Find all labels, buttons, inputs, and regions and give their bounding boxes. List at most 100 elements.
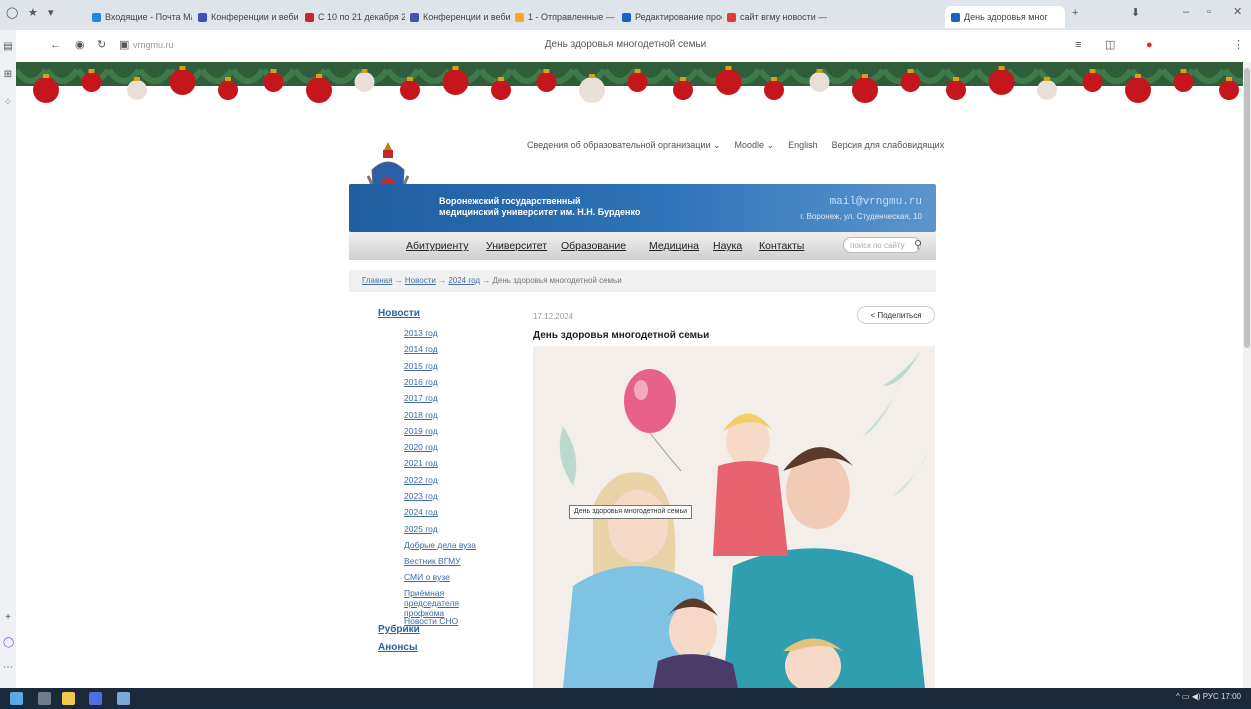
- ornament-ball: [81, 72, 102, 92]
- english-link[interactable]: English: [788, 140, 818, 151]
- header-email[interactable]: mail@vrngmu.ru: [830, 196, 922, 208]
- alice-assistant-icon[interactable]: ◯: [3, 638, 14, 648]
- ornament-cap: [88, 69, 95, 73]
- image-tooltip: День здоровья многодетной семьи: [569, 505, 693, 519]
- ornament-cap: [680, 77, 686, 81]
- sidebar-year-link[interactable]: 2019 год: [404, 426, 438, 436]
- share-button[interactable]: < Поделиться: [857, 306, 935, 324]
- ornament-cap: [43, 74, 49, 78]
- sidebar-year-link[interactable]: 2020 год: [404, 442, 438, 452]
- sidebar-rubrics[interactable]: Рубрики: [378, 624, 420, 635]
- menu-science[interactable]: Наука: [713, 240, 742, 252]
- menu-contacts[interactable]: Контакты: [759, 240, 804, 252]
- ornament-cap: [498, 77, 504, 81]
- ornament-ball: [400, 80, 420, 100]
- browser-sidebar: ▤ ⊞ ⁘ + ◯ ⋯: [0, 30, 16, 688]
- browser-tab[interactable]: День здоровья мног: [945, 6, 1065, 28]
- ornament-ball: [354, 72, 375, 92]
- ornament-ball: [33, 77, 59, 103]
- sidebar-tabs-icon[interactable]: ⊞: [3, 70, 13, 80]
- breadcrumb-news[interactable]: Новости: [405, 276, 436, 285]
- ornament-ball: [169, 69, 196, 95]
- sidebar-more-icon[interactable]: ⋯: [3, 663, 13, 673]
- sidebar-year-link[interactable]: 2018 год: [404, 410, 438, 420]
- share-icon: <: [870, 311, 876, 320]
- browser-tab[interactable]: 1 - Отправленные — Я: [515, 6, 615, 28]
- sidebar-year-link[interactable]: 2015 год: [404, 361, 438, 371]
- sidebar-add-icon[interactable]: +: [3, 613, 13, 623]
- ornament-cap: [953, 77, 959, 81]
- ornament-ball: [1219, 80, 1239, 100]
- yandex-browser-icon[interactable]: [89, 692, 102, 705]
- sidebar-extra-link[interactable]: Добрые дела вуза: [404, 540, 476, 550]
- menu-icon[interactable]: ⋮: [1233, 40, 1244, 51]
- menu-university[interactable]: Университет: [486, 240, 547, 252]
- browser-tab[interactable]: сайт вгму новости — Я: [727, 6, 827, 28]
- ornament-ball: [442, 69, 469, 95]
- browser-tab[interactable]: Редактирование прос: [622, 6, 722, 28]
- page-scrollbar[interactable]: [1243, 62, 1251, 688]
- star-icon[interactable]: ★: [28, 8, 38, 19]
- sidebar-year-link[interactable]: 2023 год: [404, 491, 438, 501]
- reader-icon[interactable]: ◫: [1105, 40, 1115, 51]
- ornament-cap: [1135, 74, 1141, 78]
- tabs-menu-icon[interactable]: ▾: [48, 8, 54, 19]
- browser-tab[interactable]: Входящие - Почта Mail: [92, 6, 192, 28]
- accessibility-link[interactable]: Версия для слабовидящих: [832, 140, 945, 151]
- sidebar-extra-link[interactable]: СМИ о вузе: [404, 572, 450, 582]
- tab-favicon-icon: [951, 12, 960, 22]
- org-info-link[interactable]: Сведения об образовательной организации …: [527, 140, 721, 151]
- ornament-cap: [316, 74, 322, 78]
- sidebar-panel-icon[interactable]: ▤: [3, 42, 13, 52]
- ornament-cap: [225, 77, 231, 81]
- close-window-icon[interactable]: ✕: [1233, 7, 1242, 18]
- sidebar-year-link[interactable]: 2013 год: [404, 328, 438, 338]
- breadcrumb-year[interactable]: 2024 год: [448, 276, 480, 285]
- sidebar-year-link[interactable]: 2017 год: [404, 393, 438, 403]
- start-icon[interactable]: [10, 692, 23, 705]
- breadcrumb-home[interactable]: Главная: [362, 276, 392, 285]
- maximize-icon[interactable]: ▫: [1207, 7, 1211, 18]
- ornament-ball: [715, 69, 742, 95]
- sidebar-extra-link[interactable]: Приёмная председателя профкома: [404, 588, 484, 618]
- article-title: День здоровья многодетной семьи: [533, 330, 710, 341]
- download-icon[interactable]: ⬇: [1131, 8, 1140, 19]
- sidebar-year-link[interactable]: 2022 год: [404, 475, 438, 485]
- top-links: Сведения об образовательной организации …: [527, 140, 944, 151]
- search-icon[interactable]: ⚲: [914, 238, 922, 251]
- minimize-icon[interactable]: –: [1183, 7, 1189, 18]
- sidebar-year-link[interactable]: 2016 год: [404, 377, 438, 387]
- search-input[interactable]: поиск по сайту: [843, 237, 921, 253]
- moodle-link[interactable]: Moodle ⌄: [735, 140, 775, 151]
- task-view-icon[interactable]: [38, 692, 51, 705]
- profile-icon[interactable]: ◯: [6, 8, 18, 19]
- sidebar-year-link[interactable]: 2025 год: [404, 524, 438, 534]
- file-explorer-icon[interactable]: [62, 692, 75, 705]
- browser-tab[interactable]: Конференции и вебин: [410, 6, 510, 28]
- browser-tab[interactable]: С 10 по 21 декабря 20: [305, 6, 405, 28]
- system-tray[interactable]: ^ ▭ ◀) РУС 17:00: [1176, 692, 1241, 701]
- browser-tab[interactable]: Конференции и вебин: [198, 6, 298, 28]
- menu-medicine[interactable]: Медицина: [649, 240, 699, 252]
- ornament-ball: [1082, 72, 1103, 92]
- ornament-cap: [179, 66, 186, 70]
- sidebar-year-link[interactable]: 2021 год: [404, 458, 438, 468]
- menu-applicants[interactable]: Абитуриенту: [406, 240, 468, 252]
- new-tab-icon[interactable]: +: [1072, 8, 1078, 19]
- sidebar-year-link[interactable]: 2014 год: [404, 344, 438, 354]
- scrollbar-thumb[interactable]: [1244, 68, 1250, 348]
- menu-education[interactable]: Образование: [561, 240, 626, 252]
- ornament-cap: [589, 74, 595, 78]
- extension-icon[interactable]: ●: [1146, 40, 1153, 51]
- sidebar-news-heading[interactable]: Новости: [378, 308, 420, 319]
- sidebar-year-link[interactable]: 2024 год: [404, 507, 438, 517]
- sidebar-apps-icon[interactable]: ⁘: [3, 98, 13, 108]
- ornament-ball: [1037, 80, 1057, 100]
- bookmarks-icon[interactable]: ≡: [1075, 40, 1081, 51]
- app-icon[interactable]: [117, 692, 130, 705]
- sidebar-extra-link[interactable]: Вестник ВГМУ: [404, 556, 461, 566]
- university-name[interactable]: Воронежский государственный медицинский …: [439, 196, 640, 218]
- ornament-ball: [673, 80, 693, 100]
- sidebar-announcements[interactable]: Анонсы: [378, 642, 418, 653]
- tab-label: Конференции и вебин: [211, 12, 298, 22]
